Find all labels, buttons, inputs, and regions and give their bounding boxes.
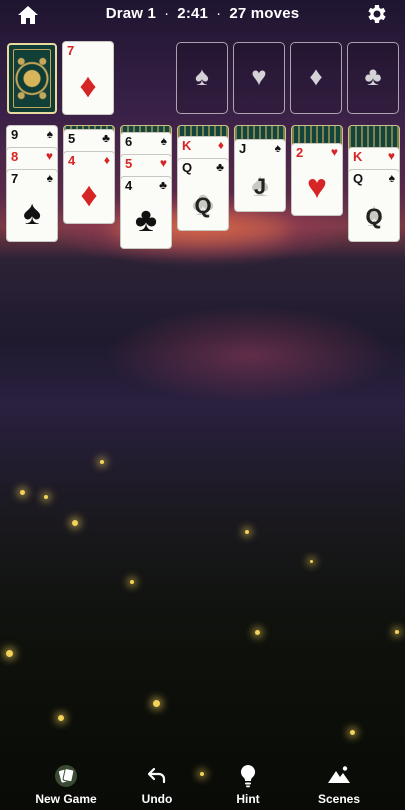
heart-icon: ♥ <box>251 61 267 91</box>
game-timer: 2:41 <box>177 5 209 22</box>
card-suit-small: ♥ <box>387 149 395 163</box>
card-back-pattern <box>13 49 51 108</box>
game-status: Draw 1 · 2:41 · 27 moves <box>0 5 405 22</box>
bottom-nav: New Game Undo Hint Scenes <box>0 760 405 810</box>
firefly <box>6 650 13 657</box>
card-rank: K <box>353 149 363 164</box>
card-suit-small: ♣ <box>102 131 110 145</box>
tableau-card[interactable]: 4 ♣ ♣ <box>120 176 172 249</box>
card-suit-large: ♠ <box>22 194 42 232</box>
card-suit-small: ♠ <box>388 171 395 185</box>
tableau-card[interactable]: 7 ♠ ♠ <box>6 169 58 242</box>
firefly <box>58 715 64 721</box>
face-card-art: ♠ Q <box>349 197 399 233</box>
foundation-spades[interactable]: ♠ <box>176 42 228 114</box>
cards-icon <box>26 764 106 787</box>
foundation-clubs[interactable]: ♣ <box>347 42 399 114</box>
card-rank: 8 <box>11 149 19 164</box>
card-suit-large: ♥ <box>306 168 328 206</box>
card-suit-small: ♠ <box>274 141 281 155</box>
card-suit-small: ♥ <box>159 156 167 170</box>
diamond-icon: ♦ <box>309 61 323 91</box>
card-suit-small: ♠ <box>46 171 53 185</box>
firefly <box>130 580 134 584</box>
scenes-button[interactable]: Scenes <box>299 760 379 810</box>
face-card-art: ♠ J <box>235 167 285 203</box>
card-suit: ♦ <box>79 67 97 105</box>
move-counter: 27 moves <box>229 5 300 22</box>
undo-label: Undo <box>141 792 173 806</box>
undo-button[interactable]: Undo <box>117 760 197 810</box>
tableau-card[interactable]: Q ♣ ♣ Q <box>177 158 229 231</box>
card-suit-small: ♥ <box>330 145 338 159</box>
foundation-diamonds[interactable]: ♦ <box>290 42 342 114</box>
undo-arrow-icon <box>117 764 197 786</box>
card-suit-small: ♦ <box>103 153 110 167</box>
tableau-card[interactable]: 4 ♦ ♦ <box>63 151 115 224</box>
card-rank: 5 <box>125 156 133 171</box>
separator: · <box>164 5 170 22</box>
card-rank: 7 <box>11 171 19 186</box>
card-rank: 7 <box>67 43 75 58</box>
card-suit-large: ♦ <box>80 176 98 214</box>
tableau-card[interactable]: Q ♠ ♠ Q <box>348 169 400 242</box>
card-rank: Q <box>182 160 193 175</box>
face-card-art: ♣ Q <box>178 186 228 222</box>
scenes-label: Scenes <box>317 792 361 806</box>
card-suit-small: ♦ <box>217 138 224 152</box>
top-bar: Draw 1 · 2:41 · 27 moves <box>0 0 405 30</box>
tableau-card[interactable]: J ♠ ♠ J <box>234 139 286 212</box>
card-rank: Q <box>353 171 364 186</box>
new-game-button[interactable]: New Game <box>26 760 106 810</box>
firefly <box>310 560 313 563</box>
card-suit-small: ♣ <box>159 178 167 192</box>
spade-icon: ♠ <box>195 61 209 91</box>
firefly <box>245 530 249 534</box>
new-game-label: New Game <box>35 792 97 806</box>
card-suit-small: ♠ <box>160 134 167 148</box>
card-rank: 2 <box>296 145 304 160</box>
card-rank: K <box>182 138 192 153</box>
foundation-hearts[interactable]: ♥ <box>233 42 285 114</box>
lightbulb-icon <box>208 764 288 788</box>
mountains-icon <box>299 764 379 786</box>
face-letter: Q <box>365 204 383 229</box>
card-rank: 4 <box>68 153 76 168</box>
separator: · <box>216 5 222 22</box>
firefly <box>100 460 104 464</box>
draw-mode: Draw 1 <box>105 5 157 22</box>
firefly <box>153 700 160 707</box>
card-rank: 9 <box>11 127 19 142</box>
firefly <box>20 490 25 495</box>
stock-pile[interactable] <box>7 43 57 114</box>
firefly <box>395 630 399 634</box>
card-rank: 5 <box>68 131 76 146</box>
card-rank: 4 <box>125 178 133 193</box>
firefly <box>350 730 355 735</box>
firefly <box>44 495 48 499</box>
hint-button[interactable]: Hint <box>208 760 288 810</box>
face-letter: Q <box>194 193 212 218</box>
gear-icon[interactable] <box>365 2 389 26</box>
card-rank: 6 <box>125 134 133 149</box>
card-suit-large: ♣ <box>134 201 158 239</box>
card-suit-small: ♠ <box>46 127 53 141</box>
firefly <box>72 520 78 526</box>
card-suit-small: ♣ <box>216 160 224 174</box>
hint-label: Hint <box>236 792 260 806</box>
club-icon: ♣ <box>364 61 382 91</box>
firefly <box>255 630 260 635</box>
card-suit-small: ♥ <box>45 149 53 163</box>
card-rank: J <box>239 141 247 156</box>
waste-card[interactable]: 7 ♦ <box>62 41 114 115</box>
face-letter: J <box>253 174 267 199</box>
tableau-card[interactable]: 2 ♥ ♥ <box>291 143 343 216</box>
